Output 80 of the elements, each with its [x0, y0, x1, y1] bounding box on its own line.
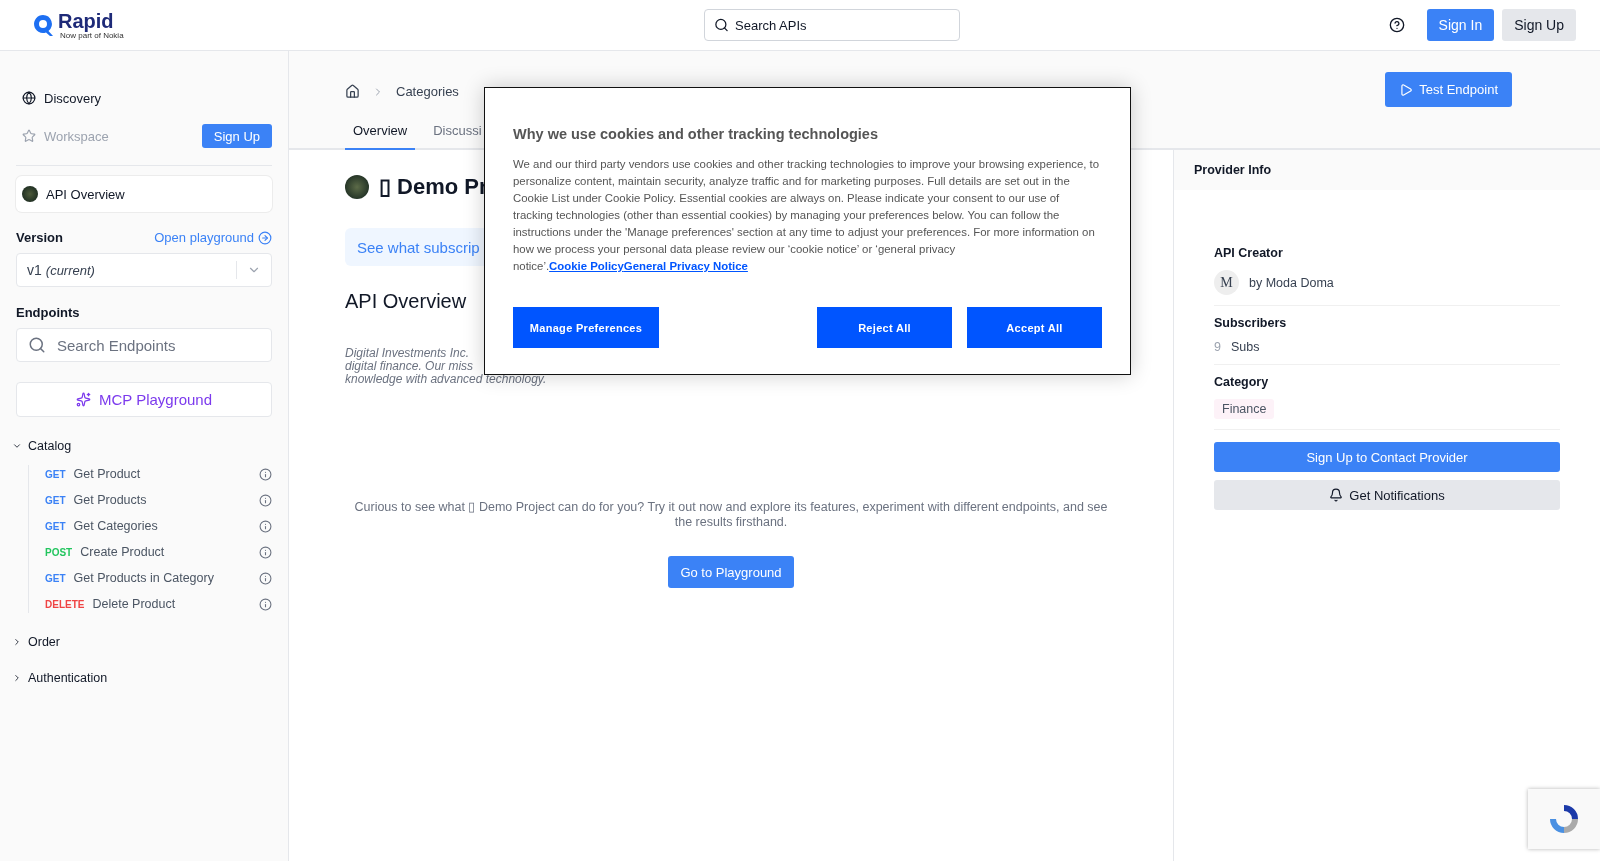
info-icon[interactable] [259, 519, 272, 533]
endpoint-link[interactable]: Get Products in Category [73, 571, 214, 585]
sparkles-icon [75, 392, 91, 407]
description-line: digital finance. Our miss [345, 360, 475, 373]
search-field[interactable]: Search APIs [704, 9, 960, 41]
endpoint-link[interactable]: Get Product [73, 467, 141, 481]
chevron-down-icon [12, 441, 22, 451]
method-label: GET [45, 520, 66, 532]
method-label: DELETE [45, 598, 85, 610]
search-icon [714, 17, 729, 33]
api-creator-label: API Creator [1214, 246, 1284, 260]
section-title: API Overview [345, 290, 467, 313]
info-icon[interactable] [259, 545, 272, 559]
subscribers-label: Subscribers [1214, 316, 1288, 330]
bell-icon [1329, 488, 1344, 502]
globe-icon [22, 91, 36, 105]
endpoint-group[interactable]: Catalog [12, 439, 272, 453]
refresh-icon [1547, 802, 1581, 836]
endpoints-label: Endpoints [16, 305, 80, 320]
version-value: v1 [27, 262, 42, 278]
api-logo-icon [345, 175, 369, 199]
home-icon[interactable] [345, 84, 360, 99]
api-overview-item[interactable]: API Overview [16, 176, 272, 212]
category-label: Category [1214, 375, 1270, 389]
logo-text: Rapid [58, 10, 115, 31]
info-icon[interactable] [259, 467, 272, 481]
endpoint-group[interactable]: Order [12, 635, 272, 649]
logo-icon[interactable] [32, 13, 54, 37]
breadcrumb-link[interactable]: Categories [396, 84, 459, 99]
nav-item[interactable]: Discovery [22, 90, 102, 106]
open-playground-link[interactable]: Open playground [154, 230, 272, 245]
creator-name: by Moda Doma [1249, 275, 1334, 290]
dialog-text: We and our third party vendors use cookies and other tracking technologies to improve your browsing experience, to personalize content, maintain security, analyze traffic and for marketing purposes. Full details are set out in the Cookie List under Cookie Policy. Essential cookies are always on. Please indicate your consent to our use of tracking technologies (other than essential cookies) by managing your preferences below. You can follow the instructions under the 'Manage preferences' section at any time to adjust your preferences. For more information on how we process your personal data please review our ‘cookie notice’ or ‘general privacy notice’.Cookie PolicyGeneral Privacy Notice [513, 157, 1101, 274]
info-icon[interactable] [259, 493, 272, 507]
get-notifications-button[interactable]: Get Notifications [1214, 480, 1560, 510]
version-note: (current) [45, 262, 95, 278]
tab[interactable]: Overview [345, 123, 416, 150]
sign-up-button[interactable]: Sign Up [1502, 9, 1576, 41]
dialog-button[interactable]: Manage Preferences [513, 307, 659, 348]
category-tag: Finance [1214, 399, 1275, 419]
chevron-right-icon [12, 673, 22, 683]
sign-in-button[interactable]: Sign In [1426, 9, 1495, 41]
info-icon[interactable] [259, 597, 272, 611]
mcp-playground-button[interactable]: MCP Playground [16, 382, 272, 417]
method-label: GET [45, 494, 66, 506]
info-icon[interactable] [259, 571, 272, 585]
dialog-button[interactable]: Accept All [967, 307, 1102, 348]
test-endpoint-button[interactable]: Test Endpoint [1385, 72, 1512, 107]
version-select[interactable]: v1 (current) [16, 253, 272, 287]
dialog-title: Why we use cookies and other tracking technologies [513, 126, 879, 142]
policy-link[interactable]: General Privacy Notice [623, 260, 748, 272]
play-icon [1399, 82, 1414, 97]
chevron-right-icon [12, 637, 22, 647]
version-label: Version [16, 230, 63, 245]
creator-avatar: M [1214, 270, 1239, 295]
endpoint-link[interactable]: Create Product [80, 545, 165, 559]
api-logo-icon [22, 186, 38, 202]
contact-provider-button[interactable]: Sign Up to Contact Provider [1214, 442, 1560, 472]
method-label: POST [45, 546, 73, 558]
method-label: GET [45, 572, 66, 584]
description-line: Digital Investments Inc. [345, 347, 471, 360]
endpoint-link[interactable]: Get Categories [73, 519, 158, 533]
description-line: knowledge with advanced technology. [345, 373, 548, 386]
sign-up-button[interactable]: Sign Up [201, 124, 272, 148]
star-icon [22, 129, 36, 143]
search-icon [28, 336, 46, 354]
policy-link[interactable]: Cookie Policy [549, 260, 624, 272]
search-endpoints-field[interactable]: Search Endpoints [16, 328, 272, 362]
endpoint-link[interactable]: Get Products [73, 493, 147, 507]
go-to-playground-button[interactable]: Go to Playground [668, 556, 794, 588]
endpoint-group[interactable]: Authentication [12, 671, 272, 685]
provider-info-title: Provider Info [1174, 150, 1600, 190]
api-title: ▯ Demo Pr [379, 174, 488, 200]
help-icon[interactable] [1388, 17, 1405, 33]
dialog-button[interactable]: Reject All [817, 307, 952, 348]
method-label: GET [45, 468, 66, 480]
subscriber-count: 9 [1214, 340, 1221, 354]
endpoint-link[interactable]: Delete Product [92, 597, 176, 611]
subscriber-unit: Subs [1230, 340, 1260, 354]
playground-text: Curious to see what ▯ Demo Project can do for you? Try it out now and explore its features, experiment with different endpoints, and see the results firsthand. [353, 500, 1109, 530]
